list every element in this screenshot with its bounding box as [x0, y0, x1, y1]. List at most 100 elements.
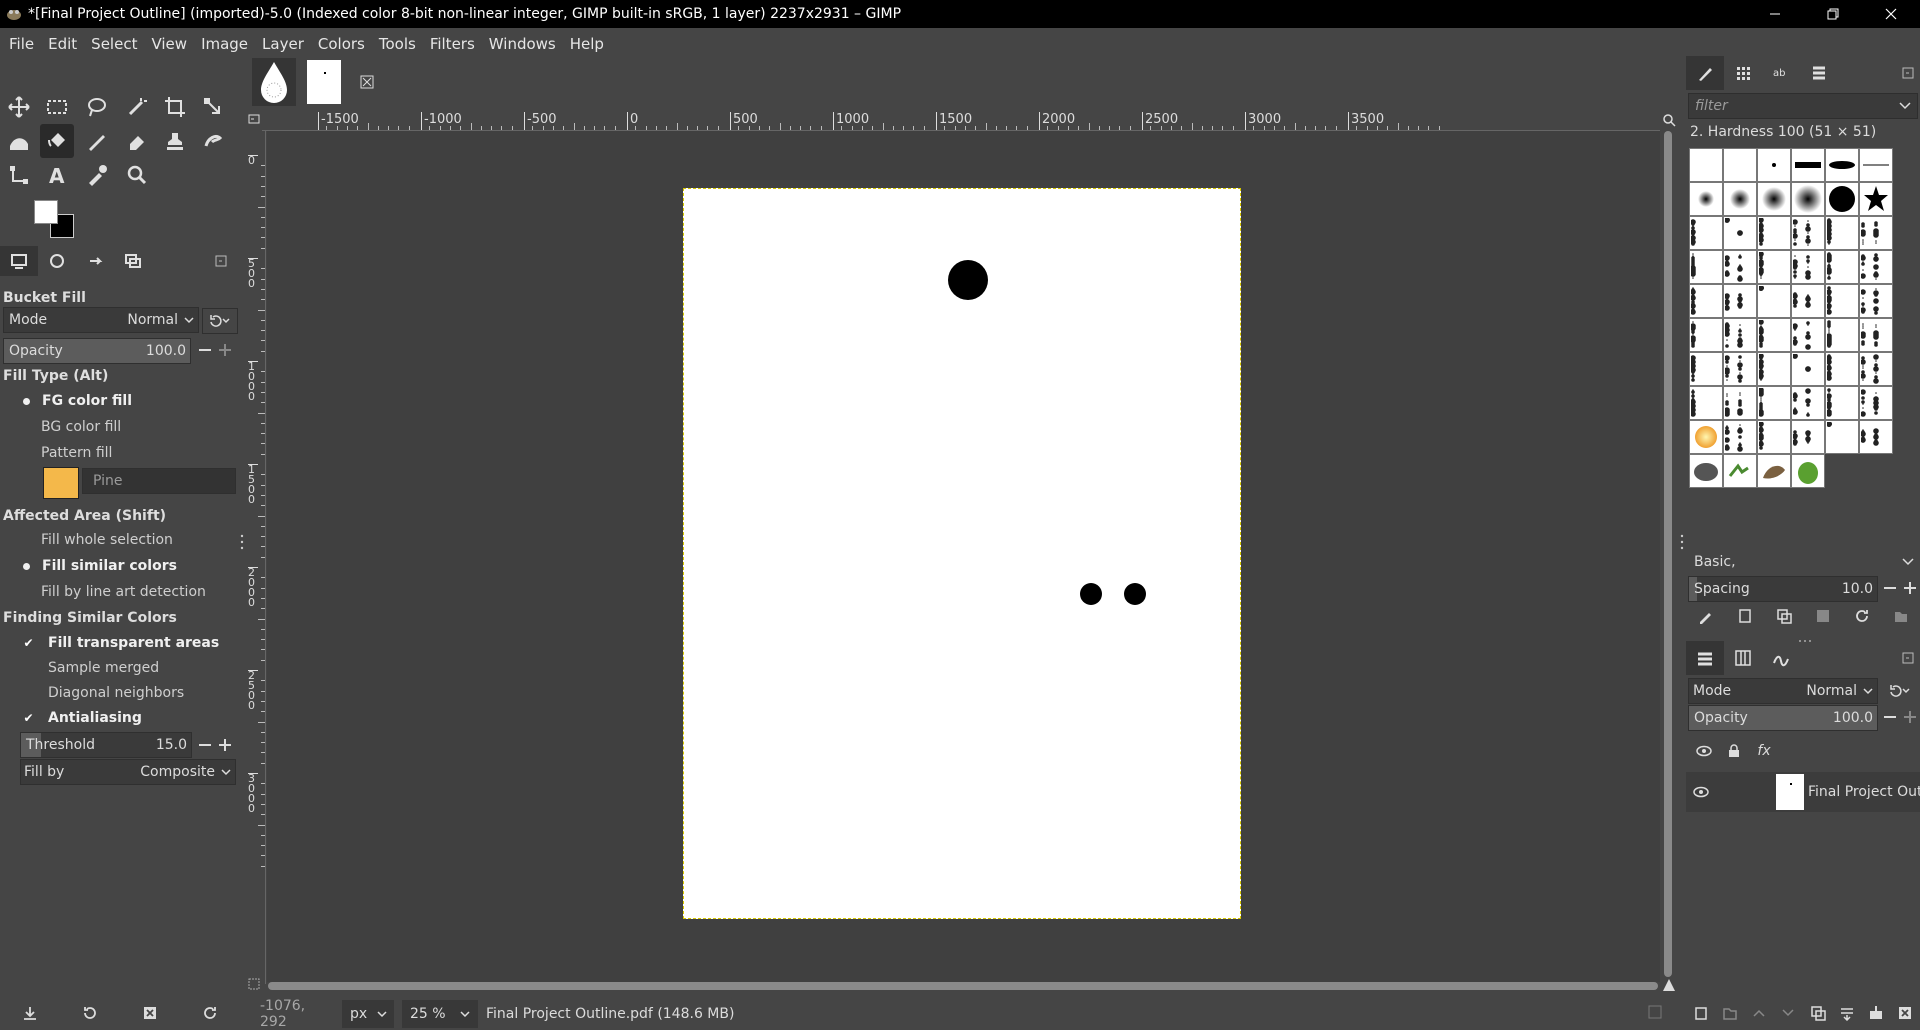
brush-item[interactable] [1825, 318, 1859, 352]
brush-item[interactable] [1825, 216, 1859, 250]
tab-tool-options[interactable] [0, 246, 38, 276]
restore-icon[interactable] [1804, 0, 1862, 28]
status-expand-icon[interactable] [1648, 1005, 1662, 1023]
brush-item[interactable] [1723, 352, 1757, 386]
radio-fill-similar-colors[interactable]: Fill similar colors [23, 558, 177, 574]
brush-item[interactable] [1689, 182, 1723, 216]
brush-item[interactable] [1689, 352, 1723, 386]
brush-item[interactable] [1689, 284, 1723, 318]
brush-item[interactable] [1791, 182, 1825, 216]
radio-fg-color-fill[interactable]: FG color fill [23, 393, 132, 409]
brush-item[interactable] [1791, 148, 1825, 182]
mode-select[interactable]: Mode Normal [3, 307, 199, 333]
image-tab-2[interactable] [302, 58, 346, 106]
menu-windows[interactable]: Windows [482, 28, 563, 60]
brush-item[interactable] [1723, 386, 1757, 420]
layer-opacity-plus-icon[interactable] [1902, 709, 1918, 729]
menu-image[interactable]: Image [194, 28, 255, 60]
image-page[interactable] [683, 188, 1241, 919]
brush-item[interactable] [1723, 250, 1757, 284]
brush-item[interactable] [1791, 250, 1825, 284]
configure-tab-icon[interactable] [1896, 641, 1920, 675]
bucket-fill-icon[interactable] [40, 124, 74, 158]
quick-mask-icon[interactable] [246, 111, 262, 131]
mode-reset-button[interactable] [202, 308, 238, 334]
zoom-tool-icon[interactable] [120, 158, 154, 192]
brush-item[interactable] [1859, 386, 1893, 420]
image-canvas[interactable] [267, 131, 1660, 982]
spacing-plus-icon[interactable] [1902, 580, 1918, 600]
raise-layer-icon[interactable] [1751, 1005, 1767, 1025]
horizontal-scrollbar[interactable] [268, 982, 1658, 990]
opacity-plus-icon[interactable] [217, 342, 233, 362]
pattern-swatch[interactable] [43, 467, 79, 499]
menu-select[interactable]: Select [84, 28, 144, 60]
rect-select-icon[interactable] [40, 90, 74, 124]
save-options-icon[interactable] [22, 1005, 38, 1025]
layer-opacity-minus-icon[interactable] [1882, 709, 1898, 729]
brush-item[interactable] [1689, 386, 1723, 420]
pattern-name-field[interactable]: Pine [82, 468, 236, 494]
minimize-icon[interactable] [1746, 0, 1804, 28]
new-brush-icon[interactable] [1737, 608, 1753, 628]
brush-item[interactable] [1859, 284, 1893, 318]
tab-paths[interactable] [1762, 641, 1800, 675]
zoom-nav-icon[interactable] [1662, 113, 1676, 131]
merge-layer-icon[interactable] [1839, 1005, 1855, 1025]
delete-brush-icon[interactable] [1815, 608, 1831, 628]
unit-select[interactable]: px [342, 1000, 394, 1028]
tab-layers[interactable] [1686, 641, 1724, 675]
new-layer-icon[interactable] [1693, 1005, 1709, 1025]
menu-layer[interactable]: Layer [255, 28, 311, 60]
brush-item[interactable] [1757, 420, 1791, 454]
zoom-select[interactable]: 25 % [402, 1000, 478, 1028]
check-fill-transparent[interactable]: ✔ Fill transparent areas [22, 635, 219, 651]
color-picker-icon[interactable] [80, 158, 114, 192]
brush-item[interactable] [1859, 182, 1893, 216]
brush-item[interactable] [1859, 148, 1893, 182]
tab-images[interactable] [114, 246, 152, 276]
menu-tools[interactable]: Tools [372, 28, 423, 60]
warp-transform-icon[interactable] [2, 124, 36, 158]
layer-mode-select[interactable]: Mode Normal [1688, 678, 1878, 704]
menu-view[interactable]: View [144, 28, 194, 60]
vertical-scrollbar[interactable] [1664, 131, 1672, 977]
layer-opacity-slider[interactable]: Opacity 100.0 [1688, 705, 1878, 731]
brush-item[interactable] [1825, 250, 1859, 284]
layer-mode-reset-button[interactable] [1882, 678, 1918, 704]
open-brush-icon[interactable] [1893, 608, 1909, 628]
tab-device-status[interactable] [38, 246, 76, 276]
tab-patterns[interactable] [1724, 56, 1762, 90]
check-sample-merged[interactable]: Sample merged [22, 660, 159, 676]
brush-item[interactable] [1723, 216, 1757, 250]
menu-file[interactable]: File [2, 28, 41, 60]
brush-item[interactable] [1689, 216, 1723, 250]
anchor-mask-icon[interactable] [1868, 1005, 1884, 1025]
close-image-tab-icon[interactable] [352, 58, 382, 106]
reset-options-icon[interactable] [202, 1005, 218, 1025]
menu-edit[interactable]: Edit [41, 28, 84, 60]
tab-undo-history[interactable] [76, 246, 114, 276]
brush-item[interactable] [1689, 318, 1723, 352]
new-group-icon[interactable] [1722, 1005, 1738, 1025]
eye-icon[interactable] [1686, 786, 1716, 798]
check-antialiasing[interactable]: ✔ Antialiasing [22, 710, 141, 726]
threshold-minus-icon[interactable] [197, 737, 213, 757]
brush-preset-select[interactable]: Basic, [1686, 549, 1920, 575]
brush-item[interactable] [1757, 284, 1791, 318]
brush-item[interactable] [1723, 420, 1757, 454]
navigate-icon[interactable] [1662, 978, 1676, 996]
brush-item[interactable] [1757, 352, 1791, 386]
brush-item[interactable] [1825, 420, 1859, 454]
paintbrush-icon[interactable] [80, 124, 114, 158]
text-tool-icon[interactable]: A [40, 158, 74, 192]
spacing-slider[interactable]: Spacing 10.0 [1688, 576, 1878, 602]
brush-item[interactable] [1791, 318, 1825, 352]
brush-item[interactable] [1757, 318, 1791, 352]
transform-icon[interactable] [196, 90, 230, 124]
brush-item[interactable] [1859, 318, 1893, 352]
eraser-icon[interactable] [120, 124, 154, 158]
tab-fonts[interactable]: ab [1762, 56, 1800, 90]
tab-brushes[interactable] [1686, 56, 1724, 90]
opacity-slider[interactable]: Opacity 100.0 [3, 338, 191, 364]
